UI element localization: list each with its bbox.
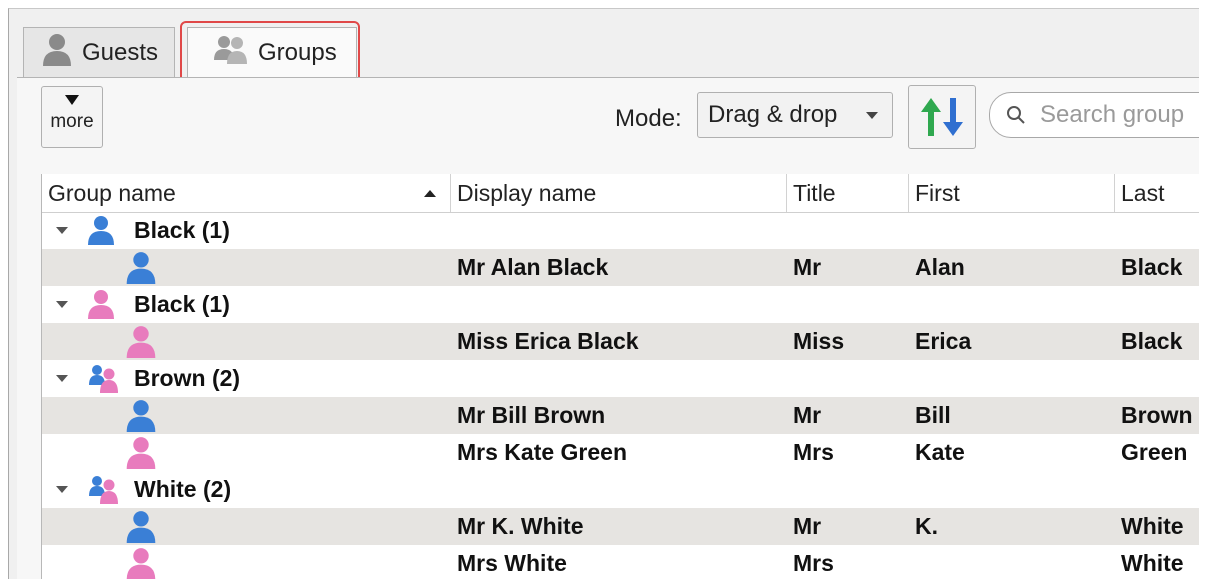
more-label: more (50, 111, 94, 132)
tab-groups-label: Groups (258, 38, 337, 66)
display-name-cell: Miss Erica Black (457, 328, 639, 354)
sort-ascending-icon (424, 190, 436, 197)
group-name: Black (1) (134, 217, 230, 243)
table-row[interactable]: Miss Erica Black Miss Erica Black (42, 323, 1199, 360)
first-name-cell: Kate (915, 439, 965, 465)
more-button[interactable]: more (41, 86, 103, 148)
column-header-last[interactable]: Last (1115, 174, 1199, 212)
table-row[interactable]: Mrs Kate Green Mrs Kate Green (42, 434, 1199, 471)
display-name-cell: Mrs Kate Green (457, 439, 628, 465)
sort-button[interactable] (908, 85, 976, 149)
group-row[interactable]: Black (1) (42, 286, 1199, 323)
tab-groups[interactable]: Groups (187, 27, 357, 77)
first-name-cell: K. (915, 513, 938, 539)
display-name-cell: Mr Bill Brown (457, 402, 606, 428)
couple-icon (88, 363, 118, 399)
chevron-down-icon (866, 112, 878, 119)
last-name-cell: Green (1121, 439, 1188, 465)
table-header: Group name Display name Title First Last (42, 174, 1199, 213)
title-cell: Mr (793, 513, 822, 539)
title-cell: Mrs (793, 439, 834, 465)
expand-triangle-icon[interactable] (56, 301, 68, 308)
search-icon (1007, 106, 1025, 124)
group-row[interactable]: White (2) (42, 471, 1199, 508)
table-row[interactable]: Mr Bill Brown Mr Bill Brown (42, 397, 1199, 434)
male-person-icon (126, 251, 156, 290)
group-name: Brown (2) (134, 365, 241, 391)
title-cell: Mrs (793, 550, 834, 576)
tab-strip: Guests Groups (9, 9, 1199, 83)
male-person-icon (126, 399, 156, 438)
display-name-cell: Mr Alan Black (457, 254, 609, 280)
female-person-icon (126, 436, 156, 475)
column-header-group-name[interactable]: Group name (42, 174, 451, 212)
last-name-cell: Brown (1121, 402, 1193, 428)
female-person-icon (126, 325, 156, 364)
mode-value: Drag & drop (708, 101, 838, 128)
last-name-cell: Black (1121, 328, 1183, 354)
last-name-cell: Black (1121, 254, 1183, 280)
expand-triangle-icon[interactable] (56, 486, 68, 493)
title-cell: Mr (793, 254, 822, 280)
triangle-down-icon (65, 95, 79, 105)
group-name: Black (1) (134, 291, 230, 317)
table-row[interactable]: Mr K. White Mr K. White (42, 508, 1199, 545)
person-icon (42, 32, 72, 73)
group-row[interactable]: Brown (2) (42, 360, 1199, 397)
first-name-cell: Erica (915, 328, 972, 354)
app-window: Guests Groups more Mode: Drag & drop Sea… (8, 8, 1199, 579)
column-header-first[interactable]: First (909, 174, 1115, 212)
display-name-cell: Mrs White (457, 550, 567, 576)
table-row[interactable]: Mrs White Mrs White (42, 545, 1199, 579)
search-placeholder: Search group (1040, 101, 1185, 128)
last-name-cell: White (1121, 513, 1184, 539)
last-name-cell: White (1121, 550, 1184, 576)
first-name-cell: Alan (915, 254, 965, 280)
male-person-icon (88, 215, 114, 251)
table-row[interactable]: Mr Alan Black Mr Alan Black (42, 249, 1199, 286)
group-name: White (2) (134, 476, 232, 502)
title-cell: Mr (793, 402, 822, 428)
group-row[interactable]: Black (1) (42, 212, 1199, 249)
first-name-cell: Bill (915, 402, 951, 428)
male-person-icon (126, 510, 156, 549)
group-icon (214, 34, 248, 71)
column-header-title[interactable]: Title (787, 174, 909, 212)
column-header-display-name[interactable]: Display name (451, 174, 787, 212)
couple-icon (88, 474, 118, 510)
expand-triangle-icon[interactable] (56, 227, 68, 234)
mode-label: Mode: (615, 105, 682, 132)
female-person-icon (88, 289, 114, 325)
guest-groups-table: Group name Display name Title First Last… (41, 174, 1199, 579)
title-cell: Miss (793, 328, 845, 354)
mode-dropdown[interactable]: Drag & drop (697, 92, 893, 138)
sort-arrows-icon (921, 98, 963, 136)
tab-guests[interactable]: Guests (23, 27, 175, 77)
expand-triangle-icon[interactable] (56, 375, 68, 382)
display-name-cell: Mr K. White (457, 513, 584, 539)
female-person-icon (126, 547, 156, 579)
groups-panel: more Mode: Drag & drop Search group Grou… (17, 77, 1199, 579)
tab-guests-label: Guests (82, 38, 159, 66)
search-input[interactable]: Search group (989, 92, 1199, 138)
